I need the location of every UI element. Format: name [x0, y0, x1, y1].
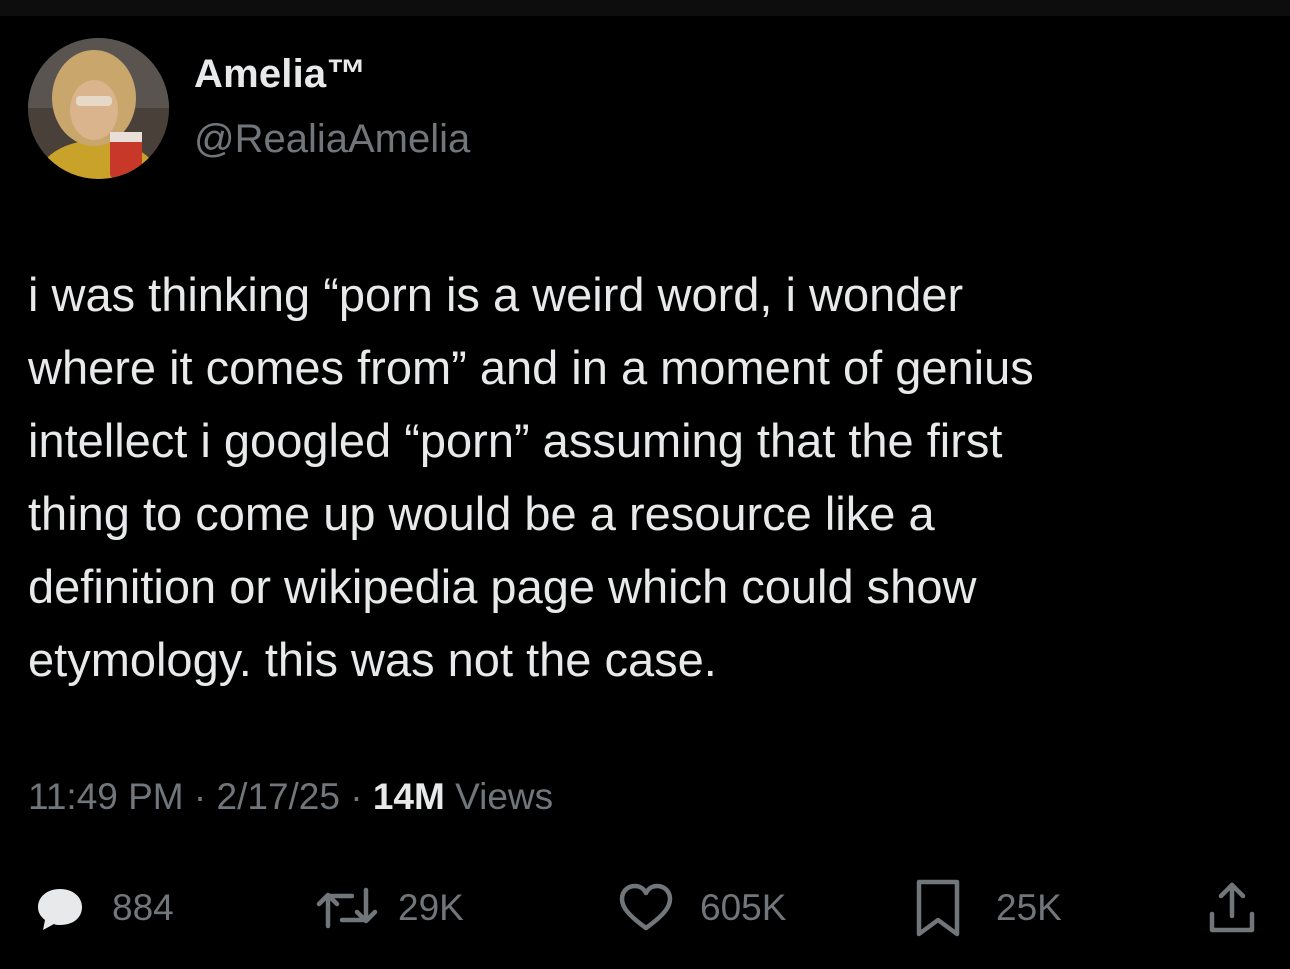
views-count[interactable]: 14M	[373, 776, 445, 817]
views-label: Views	[444, 776, 554, 817]
retweet-count: 29K	[398, 887, 464, 928]
display-name[interactable]: Amelia™	[194, 52, 367, 97]
bookmark-icon	[906, 876, 970, 940]
reply-icon	[30, 878, 90, 938]
retweet-button[interactable]: 29K	[312, 868, 464, 948]
bookmark-button[interactable]: 25K	[906, 868, 1062, 948]
meta-separator: ·	[183, 776, 217, 817]
share-icon	[1200, 876, 1264, 940]
share-button[interactable]	[1200, 868, 1264, 948]
top-bar	[0, 0, 1290, 16]
like-count: 605K	[700, 887, 787, 928]
like-button[interactable]: 605K	[614, 868, 786, 948]
meta-separator: ·	[339, 776, 373, 817]
reply-button[interactable]: 884	[30, 868, 174, 948]
action-bar: 884 29K 605K 25K	[0, 868, 1290, 948]
user-handle[interactable]: @RealiaAmelia	[194, 117, 470, 162]
reply-count: 884	[112, 887, 174, 928]
avatar[interactable]	[28, 38, 169, 179]
bookmark-count: 25K	[996, 887, 1062, 928]
tweet-meta: 11:49 PM · 2/17/25 · 14M Views	[28, 776, 553, 818]
heart-icon	[614, 878, 678, 938]
retweet-icon	[312, 878, 382, 938]
tweet-date[interactable]: 2/17/25	[217, 776, 340, 817]
tweet-time[interactable]: 11:49 PM	[28, 776, 184, 817]
tweet-text: i was thinking “porn is a weird word, i …	[28, 268, 1034, 686]
